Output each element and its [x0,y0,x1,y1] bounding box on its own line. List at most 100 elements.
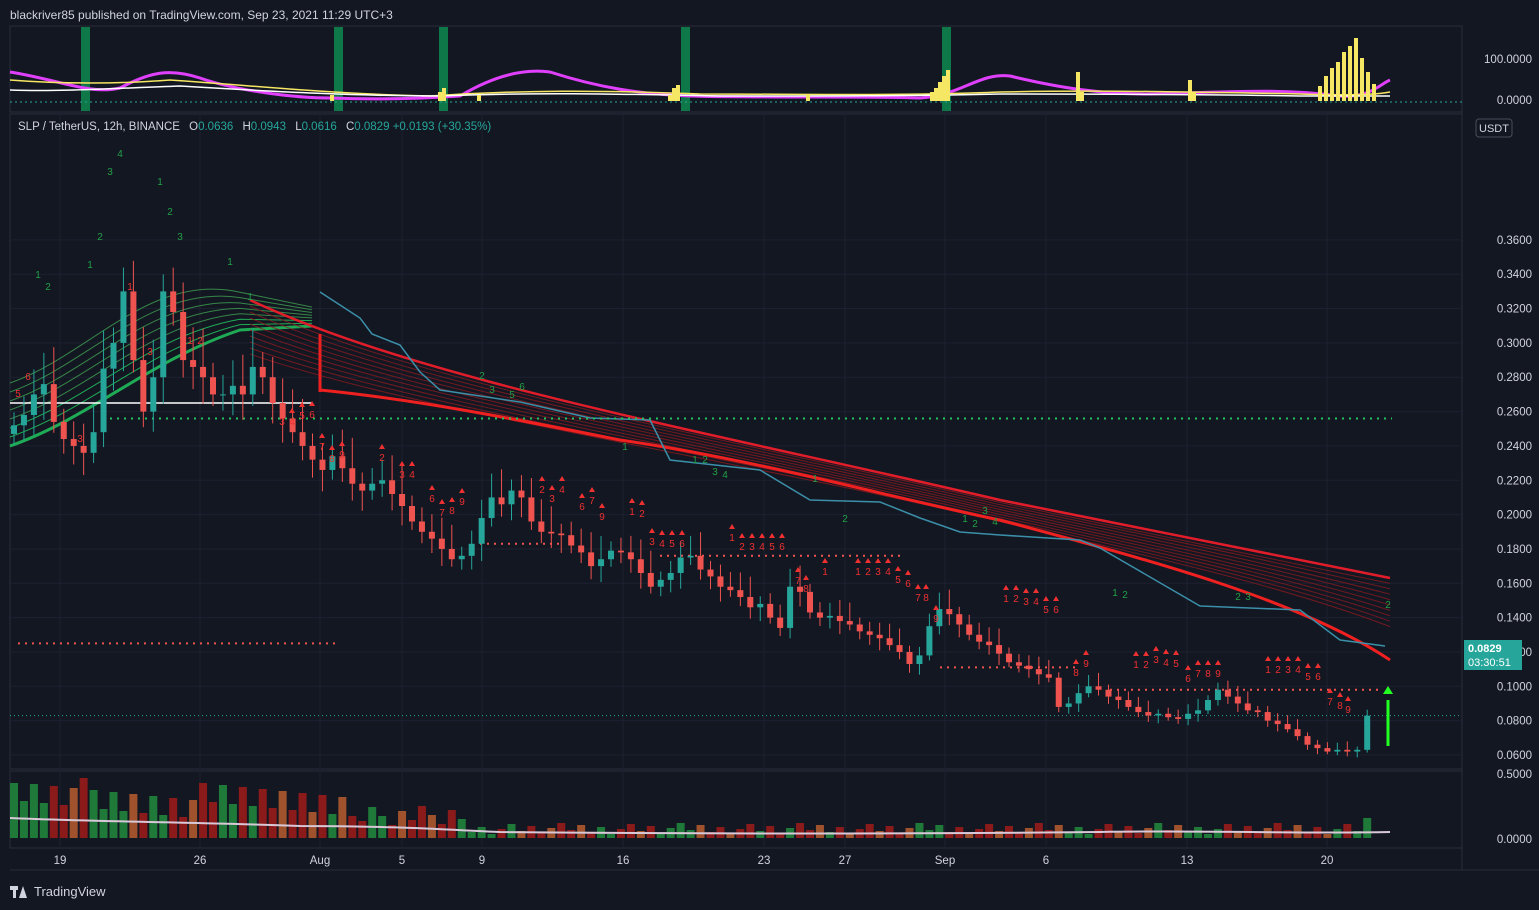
td-count-red: 6 [905,579,911,590]
volume-bar [756,831,765,838]
td-count-red: 1 [127,282,133,293]
td-arrow-icon [659,530,665,535]
oscillator-histogram-bar [1080,92,1084,101]
candle-body [180,311,187,361]
td-count-green: 2 [167,207,173,218]
candle-body [190,360,197,367]
td-count-red: 5 [299,411,305,422]
price-chart[interactable]: 1212341231123 5611 23 4 12 1 2341 2 2 32563131 23 4… [0,0,1539,910]
oscillator-histogram-bar [1342,52,1346,101]
candle-body [309,445,316,460]
td-count-red: 5 [669,539,675,550]
td-arrow-icon [1185,665,1191,670]
volume-bar [29,784,38,838]
volume-bar [796,823,805,838]
td-count-green: 6 [519,382,525,393]
candle-body [468,543,475,556]
volume-bar [248,806,257,838]
td-arrow-icon [429,485,435,490]
oscillator-histogram-bar [1348,46,1352,101]
volume-bar [626,824,635,838]
volume-bar [129,794,138,838]
td-arrow-icon [589,487,595,492]
td-count-green: 3 [107,167,113,178]
td-count-red: 8 [1205,669,1211,680]
volume-bar [49,786,58,838]
td-count-red: 3 [77,434,83,445]
candle-body [946,609,953,615]
volume-bar [726,834,735,838]
candle-body [1195,710,1202,714]
price-tick-label: 0.2000 [1497,510,1532,522]
volume-bar [89,790,98,838]
td-count-red: 3 [1153,655,1159,666]
volume-bar [646,826,655,838]
candle-body [548,531,555,534]
td-arrow-icon [779,533,785,538]
tradingview-footer[interactable]: TradingView [10,884,106,899]
candle-body [906,651,913,664]
td-arrow-icon [649,528,655,533]
td-count-red: 8 [1073,668,1079,679]
date-tick-label: 26 [194,855,207,867]
candle-body [40,384,47,395]
td-arrow-icon [1345,696,1351,701]
candle-body [846,621,853,625]
candle-body [110,342,117,369]
td-arrow-icon [1033,588,1039,593]
candle-body [1205,700,1211,711]
candle-body [538,521,545,532]
volume-bar [10,783,18,838]
td-count-green: 1 [157,177,163,188]
open-label: O [189,121,199,133]
td-count-red: 7 [1327,697,1333,708]
td-arrow-icon [629,498,635,503]
candle-body [856,624,863,632]
candle-body [687,555,694,558]
ma-ribbon-red [249,317,1391,595]
volume-bar [368,807,377,838]
candle-body [20,415,27,426]
td-count-red: 4 [559,485,565,496]
volume-bar [636,831,645,838]
td-arrow-icon [549,485,555,490]
volume-bar [885,826,894,838]
td-count-red: 2 [1143,660,1149,671]
td-count-red: 4 [1163,658,1169,669]
volume-bar [457,819,466,838]
oscillator-histogram-bar [1324,76,1328,101]
candle-body [558,533,565,536]
td-count-red: 6 [579,502,585,513]
candle-body [976,634,983,642]
td-count-green: 2 [1235,592,1241,603]
volume-bar [189,800,198,838]
candle-body [886,638,893,646]
candle-body [70,439,77,446]
candle-body [1344,749,1351,752]
oscillator-histogram-bar [806,95,810,101]
td-count-red: 6 [429,494,435,505]
volume-bar [935,825,944,838]
volume-bar [59,805,68,838]
candle-body [697,555,704,570]
date-tick-label: 13 [1181,855,1194,867]
volume-bar [159,815,168,838]
volume-bar [746,824,755,838]
volume-bar [209,802,217,838]
date-tick-label: Sep [935,855,955,867]
candle-body [409,506,415,522]
signal-bar [81,27,90,111]
symbol-label: SLP / TetherUS, 12h, BINANCE [18,121,180,133]
ma-ribbon-red [249,305,1391,584]
candle-body [986,641,993,646]
td-count-red: 2 [639,509,645,520]
volume-bar [169,798,178,838]
volume-bar [238,787,247,838]
td-arrow-icon [639,500,645,505]
candle-body [1354,749,1361,752]
td-count-green: 1 [692,455,698,466]
td-count-red: 6 [1053,605,1059,616]
candle-body [1075,693,1082,704]
volume-bar [298,793,307,838]
volume-bar [69,788,78,838]
